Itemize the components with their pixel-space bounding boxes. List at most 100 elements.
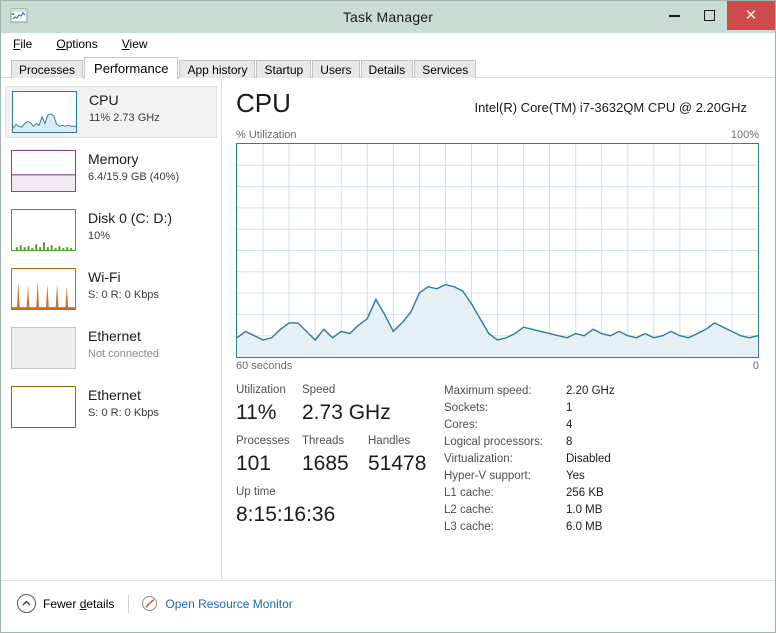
sysrow-sockets-key: Sockets:: [444, 400, 566, 417]
sidebar-item-memory-title: Memory: [88, 151, 179, 168]
chart-bottom-labels: 60 seconds 0: [236, 360, 759, 372]
sysrow-sockets-value: 1: [566, 400, 572, 417]
sysrow-l3-cache-value: 6.0 MB: [566, 519, 602, 536]
sidebar-item-ethernet[interactable]: Ethernet S: 0 R: 0 Kbps: [5, 381, 217, 433]
open-resource-monitor-link[interactable]: Open Resource Monitor: [141, 595, 292, 612]
sidebar-item-memory[interactable]: Memory 6.4/15.9 GB (40%): [5, 145, 217, 197]
sidebar-item-wifi-sub: S: 0 R: 0 Kbps: [88, 288, 159, 303]
sidebar-item-ethernet-title: Ethernet: [88, 387, 159, 404]
tab-startup[interactable]: Startup: [256, 60, 311, 78]
menu-file[interactable]: File: [11, 36, 34, 52]
footer-divider: [128, 595, 129, 613]
tab-details[interactable]: Details: [361, 60, 414, 78]
open-resource-monitor-label: Open Resource Monitor: [165, 597, 292, 611]
sysrow-virtualization-value: Disabled: [566, 451, 611, 468]
sidebar-item-ethernet-disconnected-sub: Not connected: [88, 347, 159, 362]
sysrow-cores: Cores: 4: [444, 417, 759, 434]
sysrow-hyper-v-support-key: Hyper-V support:: [444, 468, 566, 485]
chart-time-zero-label: 0: [753, 360, 759, 372]
sidebar-item-cpu[interactable]: CPU 11% 2.73 GHz: [5, 86, 217, 138]
menu-options[interactable]: Options: [54, 36, 99, 52]
sysrow-logical-processors-value: 8: [566, 434, 572, 451]
system-details: Maximum speed: 2.20 GHz Sockets: 1 Cores…: [436, 382, 759, 536]
menu-file-label: ile: [20, 37, 32, 51]
fewer-details-button[interactable]: Fewer details: [17, 594, 114, 613]
tabstrip: Processes Performance App history Startu…: [1, 56, 775, 78]
stat-row-1: Utilization 11% Speed 2.73 GHz: [236, 382, 436, 426]
menu-view[interactable]: View: [120, 36, 150, 52]
sysrow-l1-cache: L1 cache: 256 KB: [444, 485, 759, 502]
maximize-button[interactable]: [692, 1, 727, 30]
stat-uptime-label: Up time: [236, 484, 436, 501]
tab-processes[interactable]: Processes: [11, 60, 83, 78]
stat-threads-value: 1685: [302, 450, 368, 477]
sidebar-item-wifi[interactable]: Wi-Fi S: 0 R: 0 Kbps: [5, 263, 217, 315]
task-manager-icon: [9, 6, 29, 26]
stat-handles-label: Handles: [368, 433, 434, 450]
window-controls: ✕: [657, 1, 775, 30]
sidebar-item-disk-0[interactable]: Disk 0 (C: D:) 10%: [5, 204, 217, 256]
stat-speed-label: Speed: [302, 382, 368, 399]
stat-speed-value: 2.73 GHz: [302, 399, 368, 426]
stat-speed: Speed 2.73 GHz: [302, 382, 368, 426]
tab-services[interactable]: Services: [414, 60, 476, 78]
stats-area: Utilization 11% Speed 2.73 GHz Processes…: [236, 382, 759, 536]
cpu-panel: CPU Intel(R) Core(TM) i7-3632QM CPU @ 2.…: [222, 78, 775, 580]
maximize-icon: [704, 10, 715, 21]
sidebar-item-ethernet-disconnected[interactable]: Ethernet Not connected: [5, 322, 217, 374]
chart-top-labels: % Utilization 100%: [236, 129, 759, 141]
sysrow-l3-cache: L3 cache: 6.0 MB: [444, 519, 759, 536]
stat-uptime-value: 8:15:16:36: [236, 501, 436, 528]
stat-processes-label: Processes: [236, 433, 302, 450]
stat-threads-label: Threads: [302, 433, 368, 450]
resource-monitor-icon: [141, 595, 158, 612]
sysrow-l2-cache: L2 cache: 1.0 MB: [444, 502, 759, 519]
sidebar-item-wifi-text: Wi-Fi S: 0 R: 0 Kbps: [88, 268, 159, 303]
sysrow-hyper-v-support-value: Yes: [566, 468, 585, 485]
stat-processes-value: 101: [236, 450, 302, 477]
sidebar-item-ethernet-disconnected-text: Ethernet Not connected: [88, 327, 159, 362]
tab-app-history[interactable]: App history: [179, 60, 255, 78]
menu-options-label: ptions: [66, 37, 98, 51]
sidebar-item-disk-0-sub: 10%: [88, 229, 172, 244]
sidebar-item-wifi-title: Wi-Fi: [88, 269, 159, 286]
sidebar-item-cpu-text: CPU 11% 2.73 GHz: [89, 91, 160, 126]
fewer-details-label: Fewer details: [43, 597, 114, 611]
sidebar-item-disk-0-title: Disk 0 (C: D:): [88, 210, 172, 227]
ethernet-disconnected-sparkline: [11, 327, 76, 369]
stat-handles-value: 51478: [368, 450, 434, 477]
sidebar-item-ethernet-text: Ethernet S: 0 R: 0 Kbps: [88, 386, 159, 421]
sysrow-virtualization: Virtualization: Disabled: [444, 451, 759, 468]
sysrow-sockets: Sockets: 1: [444, 400, 759, 417]
cpu-model-name: Intel(R) Core(TM) i7-3632QM CPU @ 2.20GH…: [474, 100, 747, 115]
sysrow-maximum-speed-key: Maximum speed:: [444, 383, 566, 400]
cpu-sparkline: [12, 91, 77, 133]
chevron-up-icon: [17, 594, 36, 613]
stat-utilization-label: Utilization: [236, 382, 302, 399]
sysrow-l1-cache-value: 256 KB: [566, 485, 604, 502]
sysrow-maximum-speed: Maximum speed: 2.20 GHz: [444, 383, 759, 400]
cpu-utilization-chart: [236, 143, 759, 358]
sysrow-l2-cache-value: 1.0 MB: [566, 502, 602, 519]
stat-handles: Handles 51478: [368, 433, 434, 477]
stat-processes: Processes 101: [236, 433, 302, 477]
tab-users[interactable]: Users: [312, 60, 359, 78]
sysrow-l2-cache-key: L2 cache:: [444, 502, 566, 519]
sidebar-item-cpu-title: CPU: [89, 92, 160, 109]
sidebar-item-cpu-sub: 11% 2.73 GHz: [89, 111, 160, 126]
footer: Fewer details Open Resource Monitor: [1, 580, 775, 626]
minimize-button[interactable]: [657, 1, 692, 30]
sidebar-item-memory-text: Memory 6.4/15.9 GB (40%): [88, 150, 179, 185]
titlebar: Task Manager ✕: [1, 1, 775, 33]
task-manager-window: Task Manager ✕ File Options View Process…: [0, 0, 776, 633]
stat-row-3: Up time 8:15:16:36: [236, 484, 436, 528]
menu-view-label: iew: [130, 37, 148, 51]
cpu-chart-svg: [237, 144, 758, 357]
memory-sparkline: [11, 150, 76, 192]
sidebar-item-ethernet-disconnected-title: Ethernet: [88, 328, 159, 345]
close-icon: ✕: [745, 8, 758, 23]
page-title: CPU: [236, 88, 291, 118]
tab-performance[interactable]: Performance: [84, 57, 178, 79]
close-button[interactable]: ✕: [727, 1, 775, 30]
stat-utilization: Utilization 11%: [236, 382, 302, 426]
